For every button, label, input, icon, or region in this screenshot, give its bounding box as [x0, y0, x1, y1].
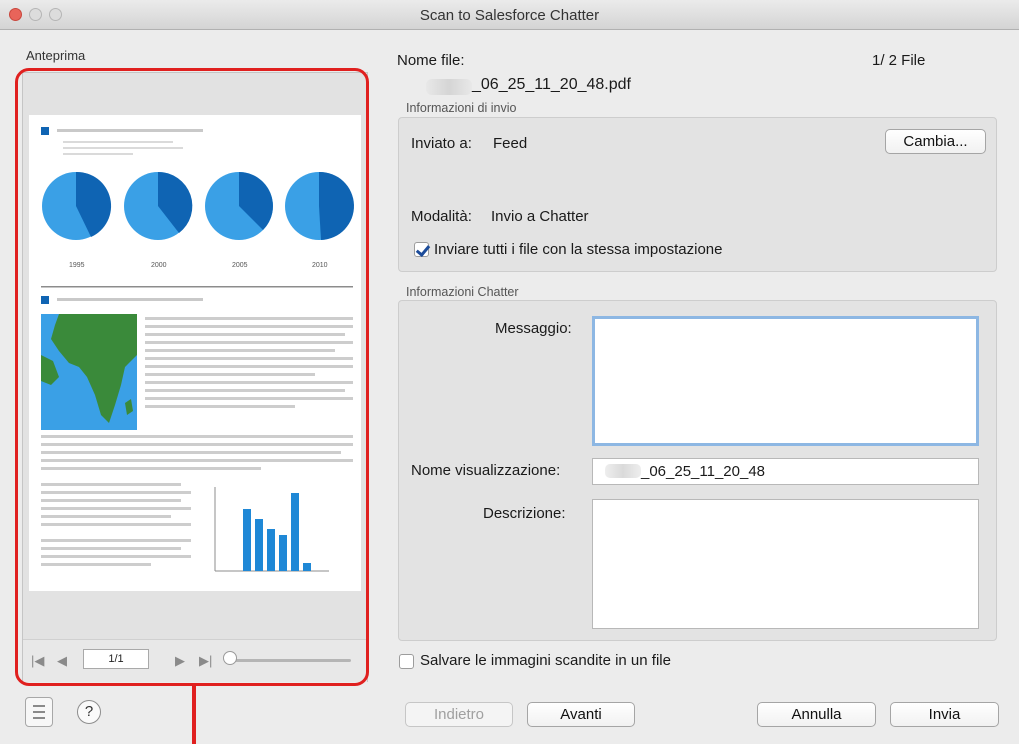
- zoom-slider-track[interactable]: [231, 659, 351, 662]
- chatter-info-group: Messaggio: Nome visualizzazione: _06_25_…: [398, 300, 997, 641]
- description-textarea[interactable]: [592, 499, 979, 629]
- display-name-input[interactable]: _06_25_11_20_48: [592, 458, 979, 485]
- preview-navigation-bar: |◀ ◀ 1/1 ▶ ▶|: [23, 639, 367, 682]
- back-button[interactable]: Indietro: [405, 702, 513, 727]
- file-name-label: Nome file:: [397, 52, 465, 69]
- description-label: Descrizione:: [483, 505, 566, 522]
- pie-chart-2: [124, 171, 193, 240]
- pie-chart-1: [42, 171, 112, 240]
- change-destination-button[interactable]: Cambia...: [885, 129, 986, 154]
- help-button[interactable]: ?: [77, 700, 101, 724]
- send-button[interactable]: Invia: [890, 702, 999, 727]
- year-label-2: 2000: [151, 262, 167, 269]
- window-title: Scan to Salesforce Chatter: [419, 7, 600, 24]
- thumbnail-list-button[interactable]: [25, 697, 53, 727]
- redacted-filename-prefix: [426, 79, 472, 95]
- chatter-info-section-label: Informazioni Chatter: [406, 285, 519, 299]
- document-thumbnail: 1995 2000 2005 2010: [41, 127, 354, 572]
- send-info-group: Inviato a: Feed Cambia... Modalità: Invi…: [398, 117, 997, 272]
- preview-panel: 1995 2000 2005 2010 |◀ ◀ 1/1 ▶ ▶|: [22, 72, 368, 682]
- page-number-field[interactable]: 1/1: [83, 649, 149, 669]
- cancel-button[interactable]: Annulla: [757, 702, 876, 727]
- previous-page-icon[interactable]: ◀: [57, 653, 67, 669]
- next-page-icon[interactable]: ▶: [175, 653, 185, 669]
- mode-label: Modalità:: [411, 208, 472, 225]
- year-label-3: 2005: [232, 262, 248, 269]
- file-name-value: _06_25_11_20_48.pdf: [472, 76, 631, 93]
- next-button[interactable]: Avanti: [527, 702, 635, 727]
- title-bar: Scan to Salesforce Chatter: [0, 0, 1019, 30]
- same-setting-checkbox[interactable]: [414, 242, 429, 257]
- send-info-section-label: Informazioni di invio: [406, 101, 517, 115]
- preview-label: Anteprima: [26, 48, 86, 63]
- first-page-icon[interactable]: |◀: [31, 653, 44, 669]
- mode-value: Invio a Chatter: [491, 208, 589, 225]
- save-images-checkbox[interactable]: [399, 654, 414, 669]
- document-preview-page: 1995 2000 2005 2010: [29, 115, 361, 591]
- scan-to-chatter-window: Scan to Salesforce Chatter Anteprima 199…: [0, 0, 1019, 744]
- year-label-4: 2010: [312, 262, 328, 269]
- zoom-slider-knob[interactable]: [223, 651, 237, 665]
- file-counter: 1/ 2 File: [872, 52, 926, 69]
- sent-to-label: Inviato a:: [411, 135, 472, 152]
- year-label-1: 1995: [69, 262, 85, 269]
- sent-to-value: Feed: [493, 135, 528, 152]
- same-setting-label: Inviare tutti i file con la stessa impos…: [434, 241, 723, 258]
- save-images-label: Salvare le immagini scandite in un file: [420, 652, 671, 669]
- message-label: Messaggio:: [495, 320, 572, 337]
- bar-chart-thumbnail: [214, 487, 329, 572]
- pie-chart-4: [285, 171, 354, 240]
- last-page-icon[interactable]: ▶|: [199, 653, 212, 669]
- callout-pointer-line: [192, 686, 196, 744]
- world-map-image: [41, 314, 137, 430]
- pie-chart-3: [205, 172, 273, 240]
- display-name-label: Nome visualizzazione:: [411, 462, 561, 479]
- display-name-value: _06_25_11_20_48: [641, 463, 766, 480]
- message-textarea[interactable]: [592, 316, 979, 446]
